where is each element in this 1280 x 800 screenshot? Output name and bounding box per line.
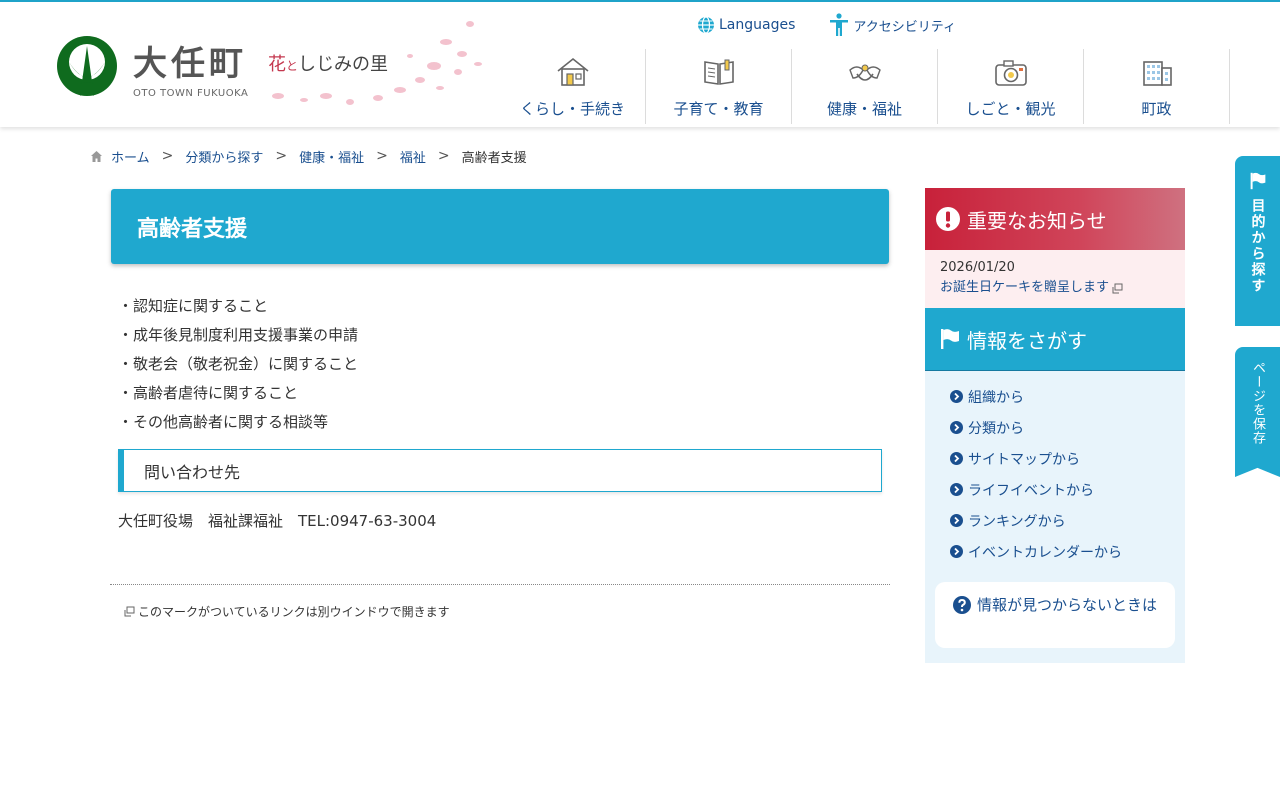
contact-info: 大任町役場 福祉課福祉 TEL:0947-63-3004 [118, 512, 437, 530]
not-found-button[interactable]: 情報が見つからないときは [935, 582, 1175, 648]
gnav-shigoto[interactable]: しごと・観光 [938, 49, 1084, 124]
important-notice-title: 重要なお知らせ [967, 208, 1107, 233]
camera-icon [994, 60, 1027, 86]
breadcrumb-separator: > [275, 148, 288, 164]
search-item-calendar[interactable]: イベントカレンダーから [950, 536, 1122, 567]
globe-icon [698, 16, 714, 34]
search-item-lifeevent[interactable]: ライフイベントから [950, 474, 1122, 505]
important-notice-link[interactable]: お誕生日ケーキを贈呈します [940, 278, 1170, 298]
page-title: 高齢者支援 [137, 216, 248, 242]
contact-heading: 問い合わせ先 [118, 449, 882, 492]
accessibility-label: アクセシビリティ [853, 19, 956, 35]
gnav-shigoto-label: しごと・観光 [965, 100, 1056, 118]
purpose-search-tab[interactable]: 目的から探す [1235, 156, 1280, 326]
tagline-to: と [286, 59, 299, 73]
languages-label: Languages [719, 17, 796, 33]
gnav-kenko[interactable]: 健康・福祉 [792, 49, 938, 124]
breadcrumb-bunrui[interactable]: 分類から探す [185, 147, 263, 166]
list-item: ・高齢者虐待に関すること [118, 384, 299, 402]
flag-icon [1250, 172, 1265, 190]
breadcrumb-current: 高齢者支援 [461, 150, 527, 166]
accessibility-icon [830, 13, 849, 36]
breadcrumb-separator: > [161, 148, 174, 164]
search-item-label: ランキングから [968, 513, 1066, 530]
list-item: ・その他高齢者に関する相談等 [118, 413, 329, 431]
exclamation-icon [936, 207, 960, 231]
search-item-label: 分類から [968, 420, 1024, 437]
breadcrumb-separator: > [437, 148, 450, 164]
gnav-kenko-label: 健康・福祉 [826, 100, 902, 118]
languages-link[interactable]: Languages [697, 16, 795, 34]
site-subtitle: OTO TOWN FUKUOKA [133, 88, 249, 99]
save-page-label: ページを保存 [1250, 361, 1265, 445]
chevron-circle-icon [950, 390, 963, 403]
tagline-rest: しじみの里 [298, 54, 389, 75]
list-item: ・認知症に関すること [118, 297, 269, 315]
external-window-icon [124, 606, 135, 617]
tagline-flower: 花 [268, 54, 286, 75]
home-icon [91, 150, 102, 162]
chevron-circle-icon [950, 483, 963, 496]
important-notice-body: 2026/01/20 お誕生日ケーキを贈呈します [925, 250, 1185, 308]
external-link-note-text: このマークがついているリンクは別ウインドウで開きます [138, 605, 450, 619]
chevron-circle-icon [950, 514, 963, 527]
chevron-circle-icon [950, 545, 963, 558]
question-icon [953, 596, 971, 614]
list-item: ・成年後見制度利用支援事業の申請 [118, 326, 359, 344]
gnav-kurashi[interactable]: くらし・手続き [500, 49, 646, 124]
tagline: 花としじみの里 [268, 50, 388, 76]
page-title-box: 高齢者支援 [111, 189, 889, 264]
breadcrumb-kenko[interactable]: 健康・福祉 [299, 147, 364, 166]
search-info-title: 情報をさがす [967, 328, 1087, 353]
important-notice-date: 2026/01/20 [940, 260, 1015, 275]
search-item-sitemap[interactable]: サイトマップから [950, 443, 1122, 474]
save-page-tab[interactable]: ページを保存 [1235, 347, 1280, 477]
flag-icon [941, 329, 959, 349]
book-icon [703, 59, 734, 85]
search-info-header: 情報をさがす [925, 308, 1185, 371]
gnav-kosodate[interactable]: 子育て・教育 [646, 49, 792, 124]
breadcrumb-fukushi[interactable]: 福祉 [400, 147, 426, 166]
important-notice-header: 重要なお知らせ [925, 188, 1185, 250]
gnav-chosei[interactable]: 町政 [1084, 49, 1230, 124]
gnav-kurashi-label: くらし・手続き [519, 100, 625, 118]
accessibility-link[interactable]: アクセシビリティ [829, 13, 956, 37]
global-nav: くらし・手続き 子育て・教育 健康・福祉 しごと・観光 町政 [500, 49, 1230, 124]
content-divider [110, 584, 890, 585]
important-notice-link-text: お誕生日ケーキを贈呈します [940, 280, 1110, 295]
hands-icon [848, 64, 881, 81]
gnav-chosei-label: 町政 [1141, 100, 1172, 118]
not-found-label: 情報が見つからないときは [977, 596, 1158, 614]
list-item: ・敬老会（敬老祝金）に関すること [118, 355, 359, 373]
search-item-soshiki[interactable]: 組織から [950, 381, 1122, 412]
external-link-note: このマークがついているリンクは別ウインドウで開きます [124, 603, 450, 620]
search-item-label: イベントカレンダーから [968, 544, 1122, 561]
search-info-body: 組織から 分類から サイトマップから ライフイベントから ランキングから イベン… [925, 371, 1185, 663]
chevron-circle-icon [950, 452, 963, 465]
gnav-kosodate-label: 子育て・教育 [673, 100, 764, 118]
search-item-label: 組織から [968, 389, 1024, 406]
search-item-label: サイトマップから [968, 451, 1080, 468]
site-name[interactable]: 大任町 [133, 36, 247, 85]
content-list: ・認知症に関すること ・成年後見制度利用支援事業の申請 ・敬老会（敬老祝金）に関… [118, 292, 358, 437]
purpose-search-label: 目的から探す [1249, 198, 1266, 294]
breadcrumb-home[interactable]: ホーム [111, 147, 150, 166]
search-info-list: 組織から 分類から サイトマップから ライフイベントから ランキングから イベン… [950, 381, 1122, 567]
breadcrumb: ホーム > 分類から探す > 健康・福祉 > 福祉 > 高齢者支援 [90, 145, 527, 167]
site-header: 大任町 OTO TOWN FUKUOKA 花としじみの里 Languages ア… [0, 0, 1280, 127]
house-icon [557, 57, 588, 86]
building-icon [1142, 61, 1172, 86]
external-window-icon [1112, 283, 1123, 293]
chevron-circle-icon [950, 421, 963, 434]
search-item-bunrui[interactable]: 分類から [950, 412, 1122, 443]
top-links: Languages アクセシビリティ [697, 12, 956, 38]
search-item-label: ライフイベントから [968, 482, 1094, 499]
breadcrumb-separator: > [376, 148, 388, 164]
search-item-ranking[interactable]: ランキングから [950, 505, 1122, 536]
town-logo[interactable] [56, 32, 118, 100]
